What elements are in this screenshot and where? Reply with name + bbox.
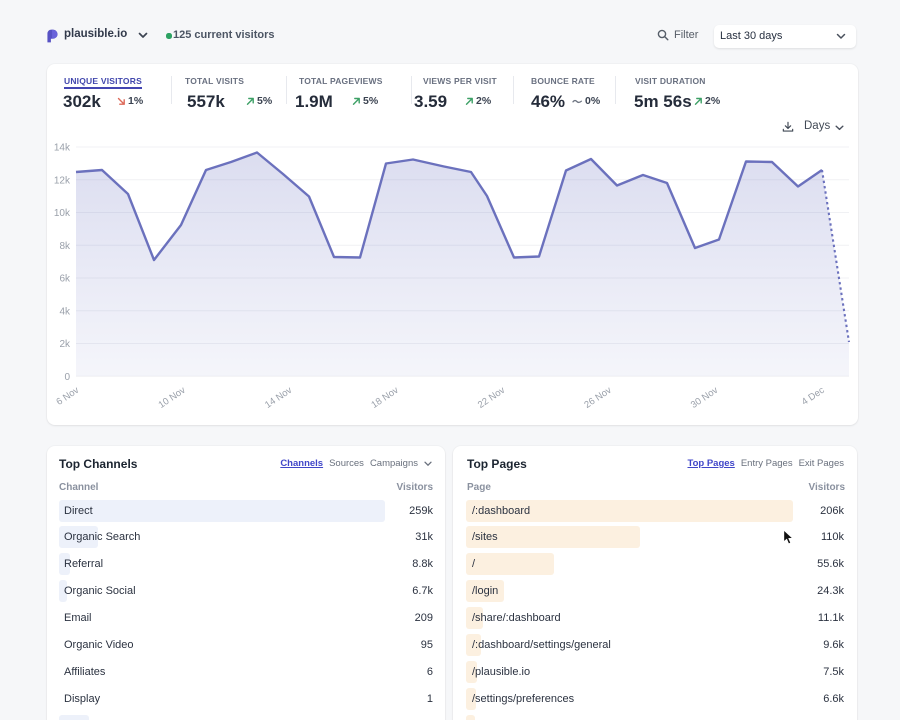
svg-text:2k: 2k: [59, 339, 71, 350]
svg-text:4k: 4k: [59, 306, 71, 317]
svg-text:10k: 10k: [54, 208, 71, 219]
svg-text:18 Nov: 18 Nov: [369, 385, 400, 411]
svg-text:6 Nov: 6 Nov: [54, 385, 81, 408]
svg-text:14 Nov: 14 Nov: [263, 385, 294, 411]
svg-text:8k: 8k: [59, 241, 71, 252]
svg-text:22 Nov: 22 Nov: [476, 385, 507, 411]
svg-text:12k: 12k: [54, 175, 71, 186]
svg-text:10 Nov: 10 Nov: [157, 385, 188, 411]
svg-text:0: 0: [64, 372, 70, 383]
svg-text:6k: 6k: [59, 274, 71, 285]
svg-text:14k: 14k: [54, 143, 71, 154]
svg-text:30 Nov: 30 Nov: [689, 385, 720, 411]
svg-text:4 Dec: 4 Dec: [800, 385, 827, 408]
svg-text:26 Nov: 26 Nov: [582, 385, 613, 411]
